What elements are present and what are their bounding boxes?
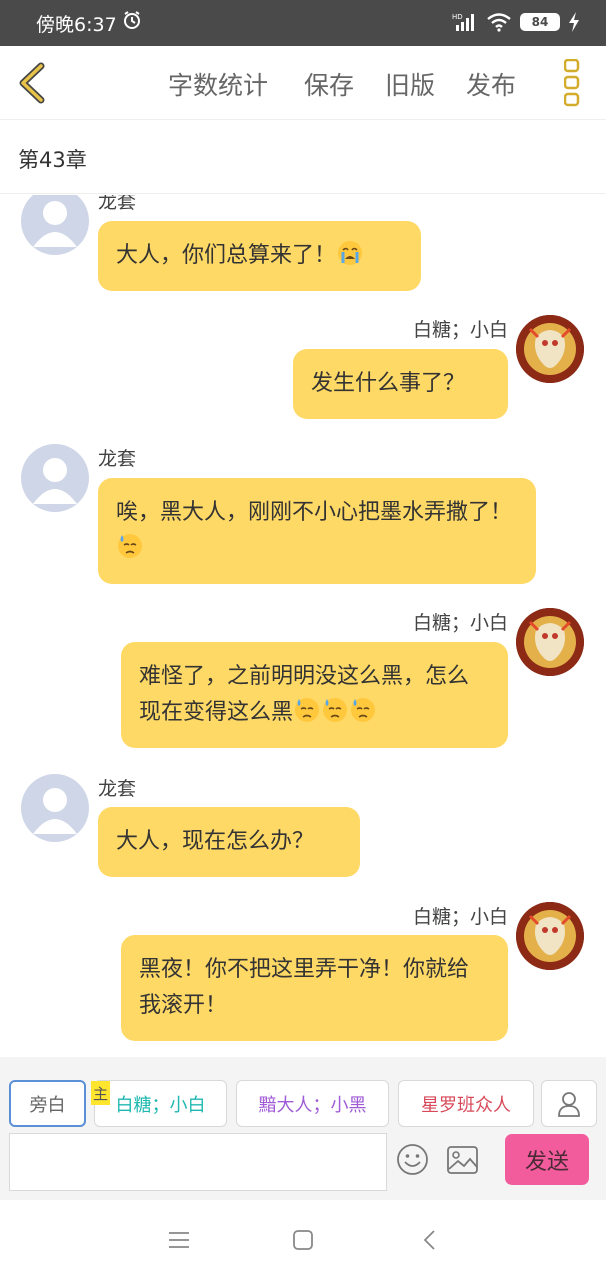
more-vertical-icon[interactable] [564,59,580,107]
add-role-button[interactable] [541,1080,597,1127]
message-text: 唉，黑大人，刚刚不小心把墨水弄撒了！ [116,500,513,525]
menu-icon[interactable] [165,1226,193,1254]
message-input[interactable] [9,1133,387,1191]
default-avatar-icon [33,201,77,247]
message-text: 黑夜！你不把这里弄干净！你就给我滚开！ [139,957,470,1018]
sweat-face-emoji [118,534,142,558]
avatar[interactable] [516,902,584,970]
system-nav-bar [0,1200,606,1280]
chevron-left-icon[interactable] [14,60,50,106]
role-an-button[interactable]: 黯大人；小黑 [236,1080,389,1127]
old-version-button[interactable]: 旧版 [385,66,435,102]
role-xingluo-button[interactable]: 星罗班众人 [398,1080,534,1127]
back-icon[interactable] [416,1226,444,1254]
message-bubble[interactable]: 黑夜！你不把这里弄干净！你就给我滚开！ [121,935,508,1041]
sender-name: 白糖；小白 [412,612,508,634]
word-count-button[interactable]: 字数统计 [168,66,268,102]
wifi-icon [487,13,511,32]
image-icon[interactable] [446,1145,479,1175]
role-aside-button[interactable]: 旁白 [9,1080,86,1127]
chat-message: 白糖；小白 难怪了，之前明明没这么黑，怎么现在变得这么黑 [0,598,606,748]
sender-name: 龙套 [98,195,137,213]
default-avatar-icon [33,788,77,834]
chat-message: 龙套 大人，现在怎么办？ [0,770,606,890]
sender-name: 白糖；小白 [412,906,508,928]
dragon-avatar-icon [516,608,584,676]
chat-message: 白糖；小白 黑夜！你不把这里弄干净！你就给我滚开！ [0,892,606,1052]
default-avatar-icon [33,458,77,504]
top-toolbar: 字数统计 保存 旧版 发布 [0,46,606,120]
message-bubble[interactable]: 发生什么事了？ [293,349,508,419]
chat-area[interactable]: 龙套 大人，你们总算来了！ 白糖；小白 发生什么事了？ 龙套 唉，黑大人，刚刚不… [0,195,606,1057]
chapter-header: 第43章 [0,120,606,194]
message-bubble[interactable]: 大人，你们总算来了！ [98,221,421,291]
avatar[interactable] [21,195,89,255]
svg-text:HD: HD [452,13,463,21]
chat-message: 白糖；小白 发生什么事了？ [0,305,606,425]
avatar[interactable] [516,608,584,676]
status-bar: 傍晚6:37 HD 84 [0,0,606,46]
host-badge: 主 [91,1081,110,1105]
avatar[interactable] [21,774,89,842]
sender-name: 白糖；小白 [412,319,508,341]
smiley-icon[interactable] [396,1143,429,1176]
composer: 旁白 白糖；小白 主 黯大人；小黑 星罗班众人 发送 [0,1057,606,1200]
status-right: HD 84 [452,10,580,34]
message-bubble[interactable]: 难怪了，之前明明没这么黑，怎么现在变得这么黑 [121,642,508,748]
message-bubble[interactable]: 唉，黑大人，刚刚不小心把墨水弄撒了！ [98,478,536,584]
avatar[interactable] [21,444,89,512]
dragon-avatar-icon [516,315,584,383]
sweat-face-emoji [351,698,376,722]
home-icon[interactable] [289,1226,317,1254]
chat-message: 龙套 唉，黑大人，刚刚不小心把墨水弄撒了！ [0,440,606,590]
sender-name: 龙套 [98,778,137,800]
signal-icon: HD [452,13,474,31]
sender-name: 龙套 [98,448,137,470]
chapter-title[interactable]: 第43章 [18,144,87,174]
message-text: 大人，你们总算来了！ [116,243,337,268]
avatar[interactable] [516,315,584,383]
role-baitang-button[interactable]: 白糖；小白 [94,1080,227,1127]
status-time: 傍晚6:37 [36,14,117,36]
publish-button[interactable]: 发布 [466,66,516,102]
message-bubble[interactable]: 大人，现在怎么办？ [98,807,360,877]
crying-face-emoji [338,241,363,265]
alarm-icon [124,11,140,29]
sweat-face-emoji [295,698,320,722]
sweat-face-emoji [323,698,348,722]
save-button[interactable]: 保存 [304,66,354,102]
battery-icon: 84 [520,13,560,31]
message-text: 大人，现在怎么办？ [116,829,315,854]
person-icon [558,1091,580,1117]
dragon-avatar-icon [516,902,584,970]
chat-message: 龙套 大人，你们总算来了！ [0,195,606,295]
send-button[interactable]: 发送 [505,1134,589,1185]
charging-icon [569,12,579,32]
message-text: 发生什么事了？ [311,371,466,396]
